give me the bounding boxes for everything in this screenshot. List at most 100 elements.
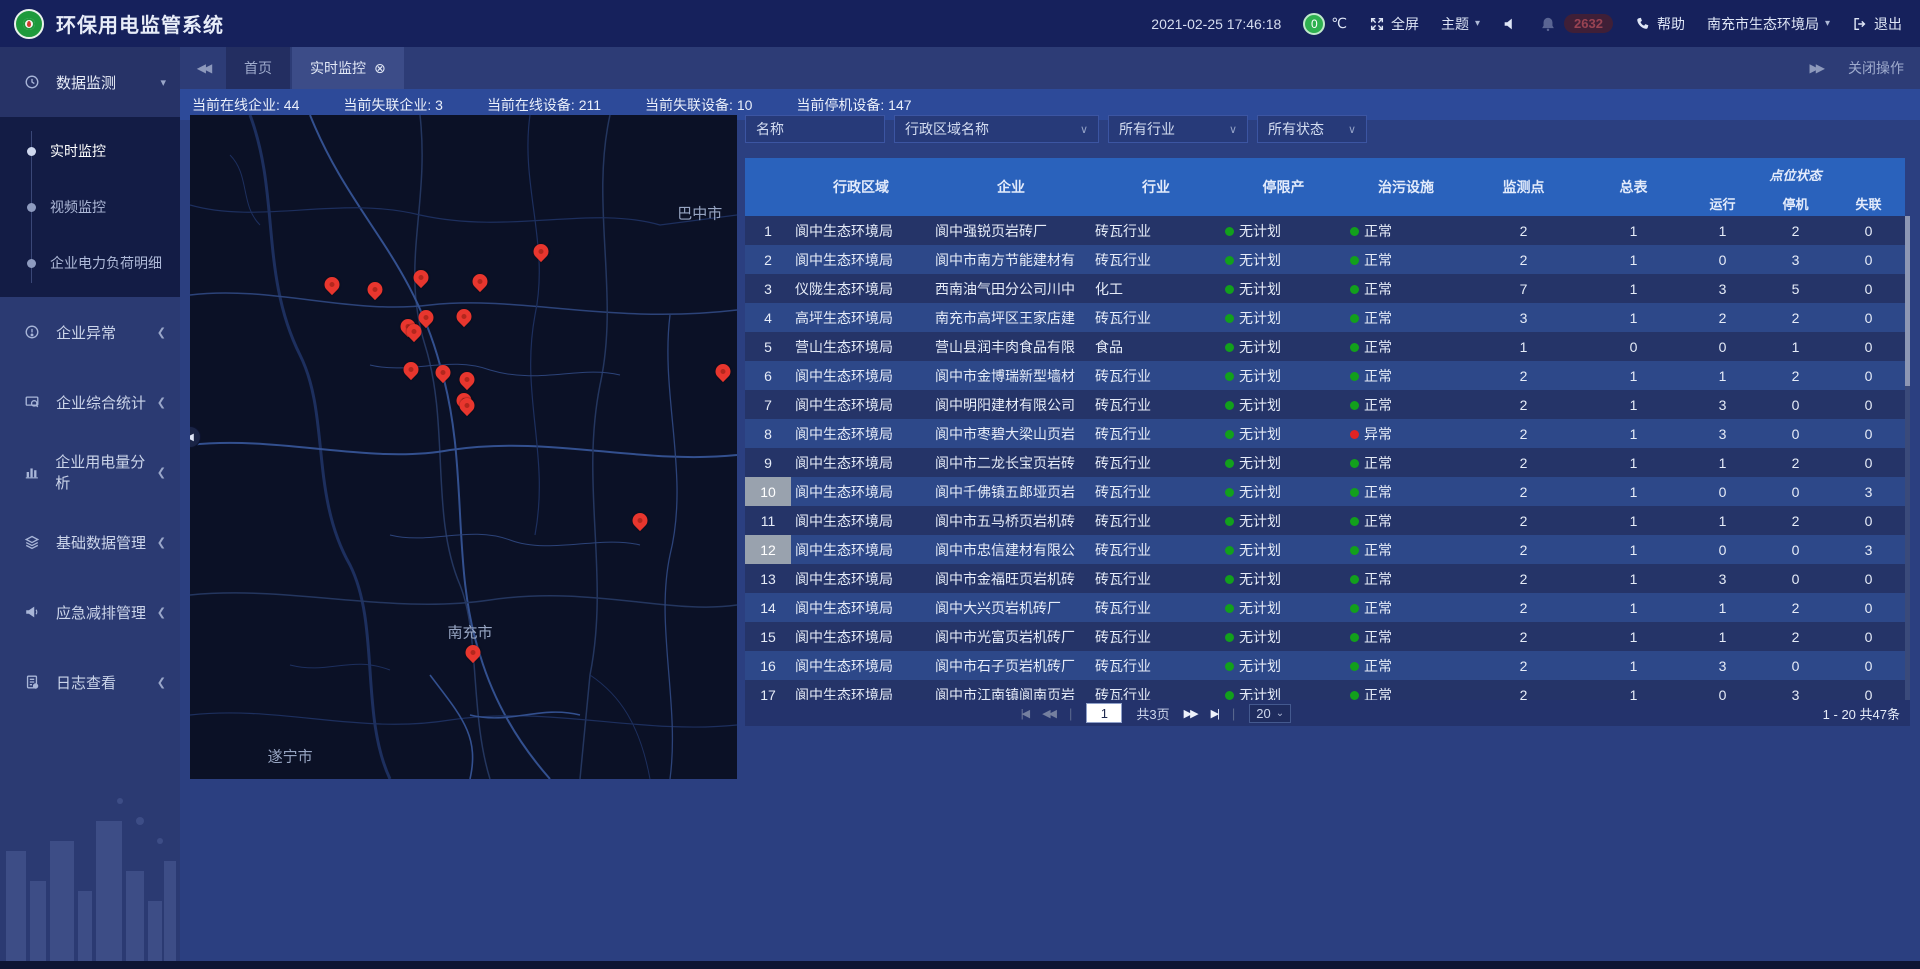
sidebar-group-6[interactable]: 日志查看 ❮ — [0, 647, 180, 717]
table-scrollbar[interactable] — [1905, 216, 1910, 721]
message-count-badge[interactable]: 2632 — [1564, 14, 1613, 33]
status-filter-select[interactable]: 所有状态 ∨ — [1257, 115, 1367, 143]
row-region: 仪陇生态环境局 — [791, 274, 931, 303]
tab-实时监控[interactable]: 实时监控⊗ — [292, 47, 404, 89]
sidebar-item-实时监控[interactable]: 实时监控 — [0, 123, 180, 179]
table-row[interactable]: 5营山生态环境局营山县润丰肉食品有限食品无计划正常10010 — [745, 332, 1905, 361]
status-dot-icon — [1350, 575, 1359, 584]
row-stop-status: 无计划 — [1221, 245, 1346, 274]
sound-button[interactable] — [1502, 16, 1518, 32]
help-button[interactable]: 帮助 — [1635, 14, 1685, 34]
row-points: 2 — [1466, 506, 1581, 535]
row-industry: 砖瓦行业 — [1091, 448, 1221, 477]
row-index: 15 — [745, 622, 791, 651]
sidebar-group-0[interactable]: 数据监测▾ — [0, 47, 180, 117]
name-filter-input[interactable] — [756, 121, 874, 137]
chart-icon — [24, 464, 45, 480]
name-filter-input-box — [745, 115, 885, 143]
page-size-select[interactable]: 20 ⌄ — [1249, 704, 1291, 723]
sidebar-group-5[interactable]: 应急减排管理❮ — [0, 577, 180, 647]
close-operations-button[interactable]: 关闭操作 — [1848, 58, 1904, 78]
table-row[interactable]: 8阆中生态环境局阆中市枣碧大梁山页岩砖瓦行业无计划异常21300 — [745, 419, 1905, 448]
row-industry: 砖瓦行业 — [1091, 564, 1221, 593]
row-facility-status: 正常 — [1346, 506, 1466, 535]
stat-当前在线企业: 当前在线企业: 44 — [192, 95, 299, 115]
status-dot-icon — [1350, 343, 1359, 352]
status-dot-icon — [1350, 285, 1359, 294]
row-run: 1 — [1686, 622, 1759, 651]
row-stop-status: 无计划 — [1221, 448, 1346, 477]
table-row[interactable]: 9阆中生态环境局阆中市二龙长宝页岩砖砖瓦行业无计划正常21120 — [745, 448, 1905, 477]
table-row[interactable]: 7阆中生态环境局阆中明阳建材有限公司砖瓦行业无计划正常21300 — [745, 390, 1905, 419]
right-panel: 行政区域名称 ∨ 所有行业 ∨ 所有状态 ∨ 行政区域企业行业停限产治污设施监测… — [745, 115, 1910, 779]
status-dot-icon — [1225, 546, 1234, 555]
row-meters: 1 — [1581, 506, 1686, 535]
table-row[interactable]: 12阆中生态环境局阆中市忠信建材有限公砖瓦行业无计划正常21003 — [745, 535, 1905, 564]
sidebar-group-label: 日志查看 — [56, 672, 116, 693]
sidebar-group-3[interactable]: 企业用电量分析❮ — [0, 437, 180, 507]
row-meters: 1 — [1581, 564, 1686, 593]
tab-close-icon[interactable]: ⊗ — [374, 60, 386, 77]
logout-button[interactable]: 退出 — [1852, 14, 1902, 34]
row-halt: 2 — [1759, 216, 1832, 245]
sidebar-group-2[interactable]: 企业综合统计❮ — [0, 367, 180, 437]
tabs-scroll-right-button[interactable]: ▶▶ — [1810, 61, 1822, 75]
row-region: 阆中生态环境局 — [791, 651, 931, 680]
chevron-down-icon: ∨ — [1348, 123, 1356, 136]
row-region: 阆中生态环境局 — [791, 506, 931, 535]
sidebar-item-企业电力负荷明细[interactable]: 企业电力负荷明细 — [0, 235, 180, 291]
table-row[interactable]: 1阆中生态环境局阆中强锐页岩砖厂砖瓦行业无计划正常21120 — [745, 216, 1905, 245]
table-row[interactable]: 16阆中生态环境局阆中市石子页岩机砖厂砖瓦行业无计划正常21300 — [745, 651, 1905, 680]
region-filter-value: 行政区域名称 — [905, 119, 989, 139]
point-status-group-header: 点位状态 — [1686, 158, 1905, 190]
row-run: 0 — [1686, 245, 1759, 274]
row-company: 阆中市忠信建材有限公 — [931, 535, 1091, 564]
industry-filter-select[interactable]: 所有行业 ∨ — [1108, 115, 1248, 143]
row-lost: 0 — [1832, 622, 1905, 651]
row-run: 1 — [1686, 361, 1759, 390]
sidebar-item-视频监控[interactable]: 视频监控 — [0, 179, 180, 235]
page-number-input[interactable] — [1086, 703, 1122, 723]
row-industry: 食品 — [1091, 332, 1221, 361]
row-index: 16 — [745, 651, 791, 680]
row-facility-status: 正常 — [1346, 564, 1466, 593]
row-company: 阆中市二龙长宝页岩砖 — [931, 448, 1091, 477]
table-row[interactable]: 3仪陇生态环境局西南油气田分公司川中化工无计划正常71350 — [745, 274, 1905, 303]
tab-首页[interactable]: 首页 — [226, 47, 290, 89]
row-run: 0 — [1686, 477, 1759, 506]
org-dropdown[interactable]: 南充市生态环境局 ▾ — [1707, 14, 1830, 34]
enterprise-table-wrap: 行政区域企业行业停限产治污设施监测点总表点位状态运行停机失联 1阆中生态环境局阆… — [745, 158, 1910, 721]
region-filter-select[interactable]: 行政区域名称 ∨ — [894, 115, 1099, 143]
table-row[interactable]: 10阆中生态环境局阆中千佛镇五郎垭页岩砖瓦行业无计划正常21003 — [745, 477, 1905, 506]
table-row[interactable]: 6阆中生态环境局阆中市金博瑞新型墙材砖瓦行业无计划正常21120 — [745, 361, 1905, 390]
sidebar-submenu: 实时监控视频监控企业电力负荷明细 — [0, 117, 180, 297]
last-page-button[interactable]: ▶| — [1211, 707, 1218, 720]
notifications-button[interactable] — [1540, 16, 1556, 32]
prev-page-button[interactable]: ◀◀ — [1042, 707, 1055, 720]
chevron-left-icon: ❮ — [157, 676, 166, 689]
stats-icon — [24, 394, 46, 410]
chevron-down-icon: ▾ — [1825, 18, 1830, 29]
chevron-down-icon: ∨ — [1080, 123, 1088, 136]
table-row[interactable]: 14阆中生态环境局阆中大兴页岩机砖厂砖瓦行业无计划正常21120 — [745, 593, 1905, 622]
row-points: 2 — [1466, 419, 1581, 448]
table-row[interactable]: 4高坪生态环境局南充市高坪区王家店建砖瓦行业无计划正常31220 — [745, 303, 1905, 332]
row-points: 2 — [1466, 622, 1581, 651]
row-facility-status: 正常 — [1346, 448, 1466, 477]
row-region: 阆中生态环境局 — [791, 564, 931, 593]
map-panel[interactable]: 巴中市南充市遂宁市 ◀ — [190, 115, 737, 779]
table-row[interactable]: 13阆中生态环境局阆中市金福旺页岩机砖砖瓦行业无计划正常21300 — [745, 564, 1905, 593]
table-row[interactable]: 2阆中生态环境局阆中市南方节能建材有砖瓦行业无计划正常21030 — [745, 245, 1905, 274]
table-row[interactable]: 15阆中生态环境局阆中市光富页岩机砖厂砖瓦行业无计划正常21120 — [745, 622, 1905, 651]
fullscreen-button[interactable]: 全屏 — [1369, 14, 1419, 34]
next-page-button[interactable]: ▶▶ — [1184, 707, 1197, 720]
first-page-button[interactable]: |◀ — [1021, 707, 1028, 720]
sidebar-group-1[interactable]: 企业异常❮ — [0, 297, 180, 367]
sidebar-group-4[interactable]: 基础数据管理❮ — [0, 507, 180, 577]
row-company: 阆中市枣碧大梁山页岩 — [931, 419, 1091, 448]
theme-dropdown[interactable]: 主题 ▾ — [1441, 14, 1480, 34]
chevron-left-icon: ❮ — [157, 396, 166, 409]
row-points: 2 — [1466, 593, 1581, 622]
table-row[interactable]: 11阆中生态环境局阆中市五马桥页岩机砖砖瓦行业无计划正常21120 — [745, 506, 1905, 535]
tabs-scroll-left-button[interactable]: ◀◀ — [180, 47, 226, 89]
